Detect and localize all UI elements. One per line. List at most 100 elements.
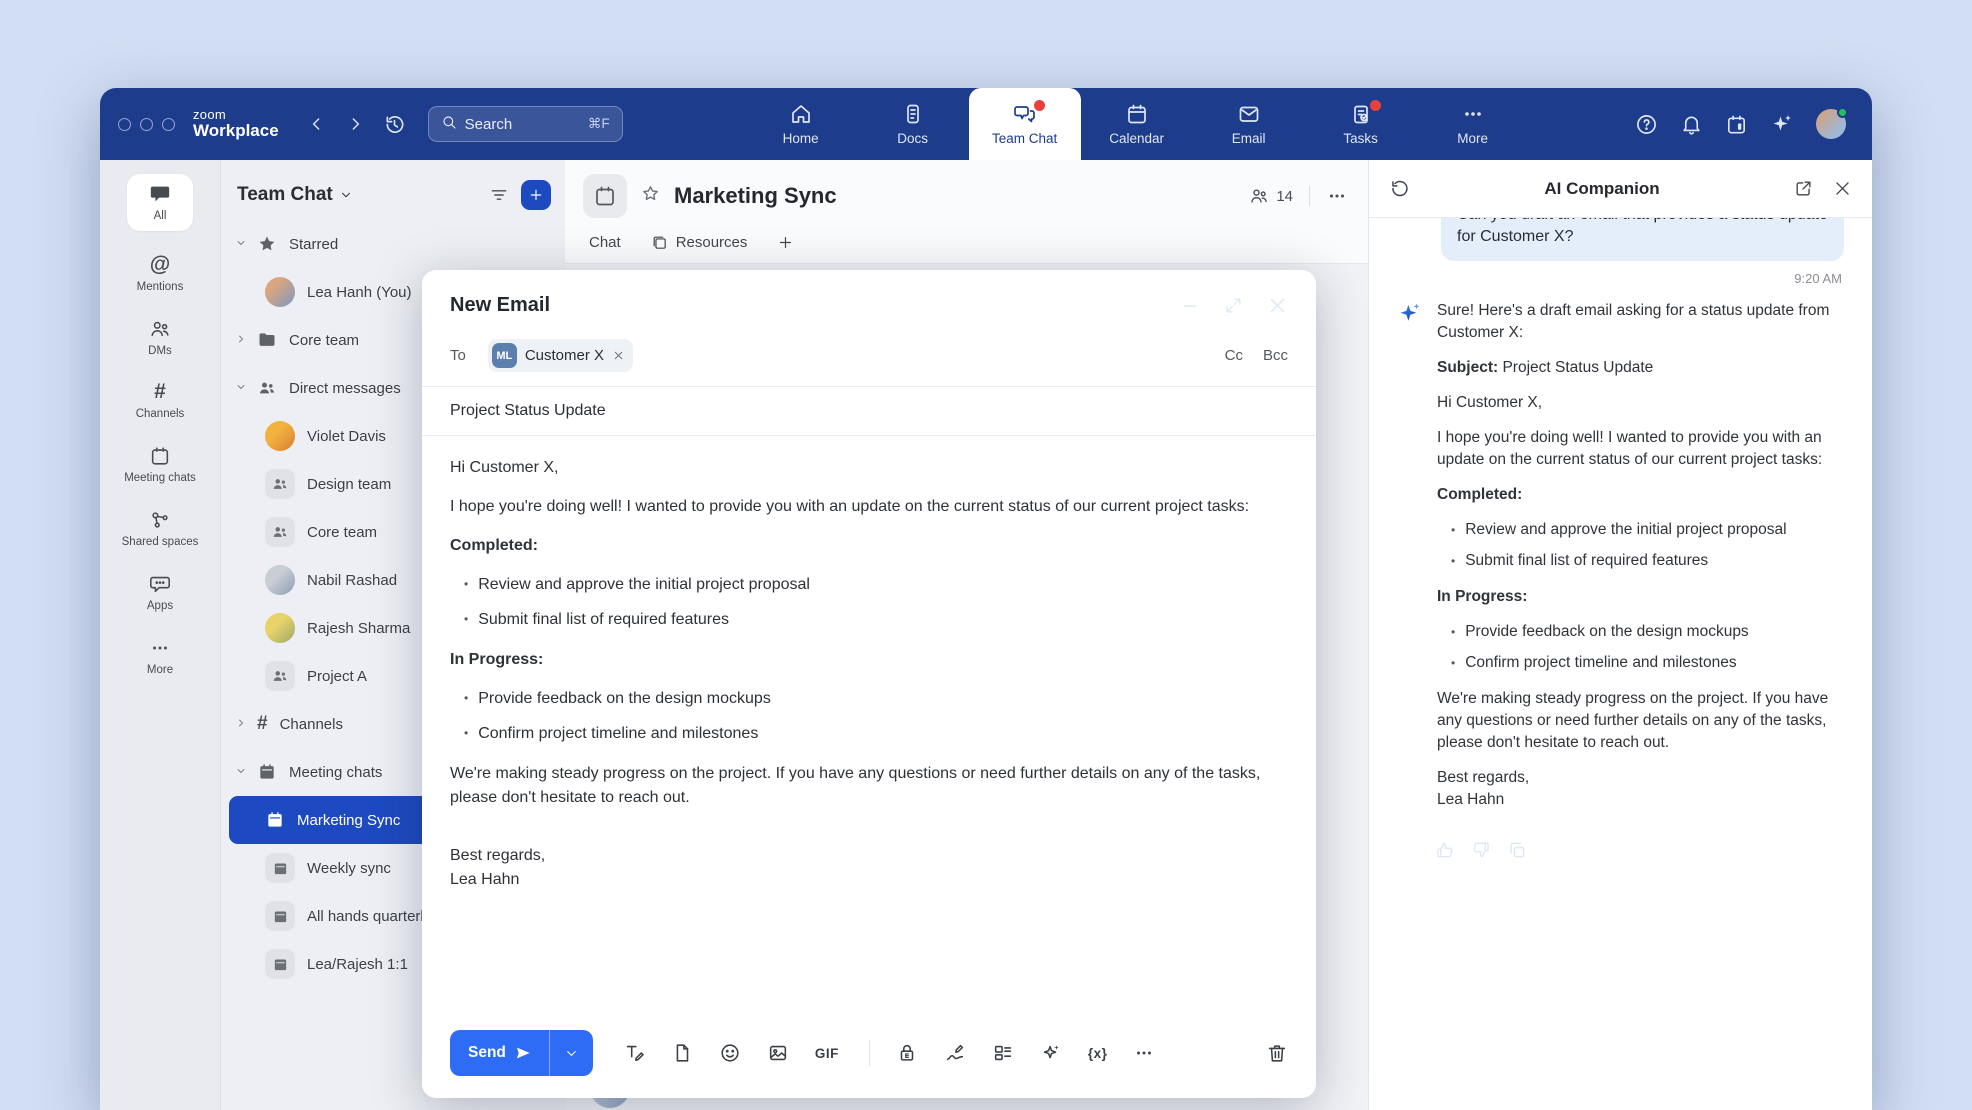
delete-draft-icon[interactable] [1266,1042,1288,1064]
channel-more-icon[interactable] [1326,185,1348,207]
template-icon[interactable] [992,1042,1014,1064]
ai-compose-icon[interactable] [1040,1042,1062,1064]
chat-group-starred[interactable]: Starred [221,220,565,268]
back-icon[interactable] [307,114,327,134]
send-options-button[interactable] [549,1030,593,1076]
plus-icon [777,234,794,251]
remove-recipient-icon[interactable] [612,349,625,362]
minimize-window-control[interactable] [140,118,153,131]
star-icon [257,234,277,254]
caret-down-icon [235,237,247,249]
people-filled-icon [257,378,277,398]
send-button[interactable]: Send [450,1030,549,1076]
add-tab-button[interactable] [777,234,794,251]
emoji-icon[interactable] [719,1042,741,1064]
tab-chat[interactable]: Chat [589,234,621,251]
search-input[interactable]: Search ⌘F [428,106,623,142]
tab-home[interactable]: Home [745,88,857,160]
minimize-icon[interactable] [1180,296,1200,316]
forward-icon[interactable] [345,114,365,134]
tab-docs[interactable]: Docs [857,88,969,160]
rail-item-dms[interactable]: DMs [112,318,208,359]
ai-bullet: •Confirm project timeline and milestones [1437,652,1844,674]
cc-button[interactable]: Cc [1225,347,1243,364]
history-icon[interactable] [383,113,406,136]
member-count[interactable]: 14 [1249,186,1293,206]
expand-icon[interactable] [1224,296,1243,315]
rail-item-channels[interactable]: # Channels [112,381,208,422]
rail-item-meeting-chats[interactable]: Meeting chats [112,445,208,486]
tab-more[interactable]: More [1417,88,1529,160]
caret-down-icon [235,765,247,777]
copy-icon[interactable] [1507,840,1527,860]
tab-team-chat[interactable]: Team Chat [969,88,1081,160]
group-tile-icon [265,517,295,547]
body-bullet: •Submit final list of required features [450,608,1288,632]
window-controls[interactable] [118,118,175,131]
bcc-button[interactable]: Bcc [1263,347,1288,364]
tasks-notification-dot [1370,100,1381,111]
image-icon[interactable] [767,1042,789,1064]
tab-calendar[interactable]: Calendar [1081,88,1193,160]
favorite-star-icon[interactable] [641,184,660,208]
ai-closing: We're making steady progress on the proj… [1437,688,1844,754]
ai-companion-icon[interactable] [1770,112,1794,136]
gif-icon[interactable]: GIF [815,1046,839,1061]
app-window: zoom Workplace Search ⌘F Home Docs [100,88,1872,1110]
calendar-tile-icon [265,853,295,883]
rail-item-more[interactable]: More [112,637,208,678]
recipient-chip[interactable]: ML Customer X [488,339,633,372]
body-bullet: •Review and approve the initial project … [450,573,1288,597]
shared-spaces-icon [149,509,171,531]
recipient-field[interactable]: To ML Customer X Cc Bcc [422,335,1316,387]
calendar-date-icon[interactable] [1725,113,1748,136]
chat-filled-icon [149,183,171,205]
ai-history-icon[interactable] [1389,178,1410,199]
attach-file-icon[interactable] [671,1042,693,1064]
close-icon[interactable] [1267,295,1288,316]
caret-right-icon [235,717,247,729]
toolbar-more-icon[interactable] [1133,1042,1155,1064]
ai-panel-title: AI Companion [1410,179,1794,199]
tab-tasks[interactable]: Tasks [1305,88,1417,160]
rail-item-shared-spaces[interactable]: Shared spaces [112,509,208,550]
team-chat-dropdown[interactable]: Team Chat [237,184,353,206]
format-text-icon[interactable] [623,1042,645,1064]
email-body-editor[interactable]: Hi Customer X, I hope you're doing well!… [422,436,1316,1014]
open-in-new-icon[interactable] [1794,179,1813,198]
ai-response-message: Sure! Here's a draft email asking for a … [1397,300,1844,824]
rail-item-mentions[interactable]: @ Mentions [112,254,208,295]
new-email-modal: New Email To ML Customer X Cc Bcc Projec… [422,270,1316,1098]
notifications-bell-icon[interactable] [1680,113,1703,136]
filter-icon[interactable] [489,185,509,205]
team-chat-icon [1013,102,1037,126]
logo-zoom: zoom [193,108,279,122]
avatar [265,421,295,451]
avatar [265,277,295,307]
tab-email[interactable]: Email [1193,88,1305,160]
user-avatar[interactable] [1816,109,1846,139]
plus-icon [528,187,544,203]
body-completed-label: Completed: [450,534,1288,558]
thumbs-up-icon[interactable] [1435,840,1455,860]
close-window-control[interactable] [118,118,131,131]
rail-item-all[interactable]: All [127,174,193,231]
maximize-window-control[interactable] [162,118,175,131]
ai-bullet: •Provide feedback on the design mockups [1437,621,1844,643]
encrypt-icon[interactable] [896,1042,918,1064]
home-icon [789,102,813,126]
calendar-filled-icon [265,810,285,830]
variables-icon[interactable]: {x} [1088,1046,1108,1061]
signature-icon[interactable] [944,1042,966,1064]
close-ai-panel-icon[interactable] [1833,179,1852,198]
chevron-down-icon [339,188,353,202]
folder-icon [257,330,277,350]
thumbs-down-icon[interactable] [1471,840,1491,860]
new-chat-button[interactable] [521,180,551,210]
recipient-avatar: ML [492,343,517,368]
help-icon[interactable] [1635,113,1658,136]
subject-field[interactable]: Project Status Update [422,387,1316,436]
tab-resources[interactable]: Resources [651,234,748,251]
logo-workplace: Workplace [193,122,279,140]
rail-item-apps[interactable]: Apps [112,573,208,614]
